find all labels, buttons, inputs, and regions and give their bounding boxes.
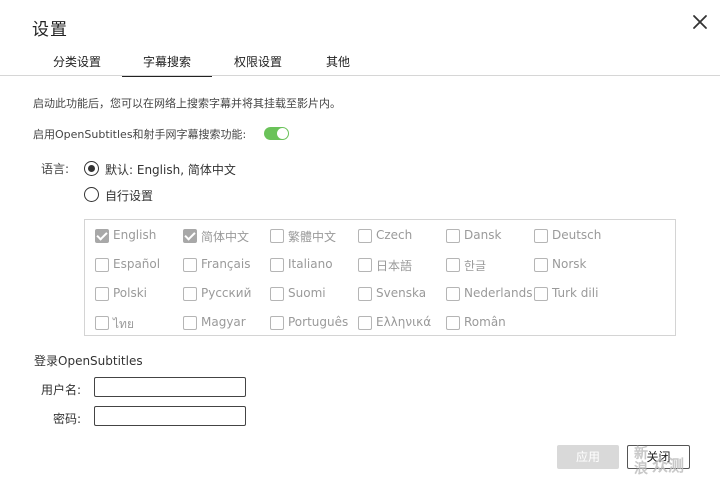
language-checkbox-list: English 简体中文 繁體中文 Czech Dansk Deutsch Es…: [84, 219, 676, 336]
checkbox-svenska[interactable]: [358, 287, 372, 301]
settings-dialog: 设置 分类设置 字幕搜索 权限设置 其他 启动此功能后，您可以在网络上搜索字幕并…: [0, 0, 720, 492]
checkbox-label: Svenska: [376, 286, 427, 300]
username-label: 用户名:: [40, 383, 81, 397]
checkbox-japanese[interactable]: [358, 258, 372, 272]
checkbox-espanol[interactable]: [95, 258, 109, 272]
radio-custom-label: 自行设置: [105, 189, 154, 203]
checkbox-label: ไทย: [113, 317, 134, 331]
tab-other[interactable]: 其他: [304, 51, 372, 75]
checkbox-label: Nederlands: [464, 286, 533, 300]
checkbox-label: Português: [288, 315, 349, 329]
checkbox-label: 한글: [464, 259, 487, 273]
checkbox-label: Turk dili: [552, 286, 599, 300]
dialog-title: 设置: [32, 20, 68, 40]
close-icon[interactable]: [690, 12, 710, 32]
checkbox-dansk[interactable]: [446, 229, 460, 243]
checkbox-label: 日本語: [376, 259, 413, 273]
checkbox-label: Dansk: [464, 228, 502, 242]
checkbox-portugues[interactable]: [270, 316, 284, 330]
language-label: 语言:: [41, 162, 70, 176]
checkbox-label: Italiano: [288, 257, 333, 271]
checkbox-czech[interactable]: [358, 229, 372, 243]
checkbox-label: Polski: [113, 286, 148, 300]
checkbox-simplified-chinese[interactable]: [183, 229, 197, 243]
password-field[interactable]: [94, 406, 246, 426]
checkbox-traditional-chinese[interactable]: [270, 229, 284, 243]
checkbox-polski[interactable]: [95, 287, 109, 301]
checkbox-label: Deutsch: [552, 228, 602, 242]
checkbox-nederlands[interactable]: [446, 287, 460, 301]
checkbox-label: Magyar: [201, 315, 246, 329]
username-field[interactable]: [94, 377, 246, 397]
radio-default-button[interactable]: [84, 161, 99, 176]
checkbox-label: Român: [464, 315, 506, 329]
tab-subtitle-search[interactable]: 字幕搜索: [122, 51, 212, 77]
checkbox-label: English: [113, 228, 157, 242]
feature-description: 启动此功能后，您可以在网络上搜索字幕并将其挂载至影片内。: [33, 97, 341, 110]
checkbox-label: Français: [201, 257, 251, 271]
radio-custom-button[interactable]: [84, 187, 99, 202]
checkbox-suomi[interactable]: [270, 287, 284, 301]
checkbox-label: 繁體中文: [288, 230, 337, 244]
checkbox-russian[interactable]: [183, 287, 197, 301]
tab-permission-settings[interactable]: 权限设置: [212, 51, 304, 75]
checkbox-label: Suomi: [288, 286, 326, 300]
checkbox-thai[interactable]: [95, 316, 109, 330]
checkbox-norsk[interactable]: [534, 258, 548, 272]
close-button[interactable]: 关闭: [627, 445, 690, 469]
apply-button[interactable]: 应用: [557, 445, 619, 469]
checkbox-label: Norsk: [552, 257, 587, 271]
checkbox-label: 简体中文: [201, 230, 250, 244]
checkbox-roman[interactable]: [446, 316, 460, 330]
checkbox-turk-dili[interactable]: [534, 287, 548, 301]
password-label: 密码:: [52, 412, 81, 426]
checkbox-deutsch[interactable]: [534, 229, 548, 243]
checkbox-label: Русский: [201, 286, 252, 300]
checkbox-label: Ελληνικά: [376, 315, 432, 329]
checkbox-english[interactable]: [95, 229, 109, 243]
checkbox-magyar[interactable]: [183, 316, 197, 330]
checkbox-greek[interactable]: [358, 316, 372, 330]
checkbox-italiano[interactable]: [270, 258, 284, 272]
tabs-divider: [0, 75, 720, 76]
login-section-title: 登录OpenSubtitles: [34, 354, 143, 368]
enable-search-label: 启用OpenSubtitles和射手网字幕搜索功能:: [33, 128, 247, 141]
checkbox-francais[interactable]: [183, 258, 197, 272]
radio-default-label: 默认: English, 简体中文: [105, 163, 236, 177]
checkbox-label: Español: [113, 257, 161, 271]
checkbox-korean[interactable]: [446, 258, 460, 272]
enable-search-toggle[interactable]: [264, 127, 289, 140]
checkbox-label: Czech: [376, 228, 413, 242]
tab-category-settings[interactable]: 分类设置: [32, 51, 122, 75]
